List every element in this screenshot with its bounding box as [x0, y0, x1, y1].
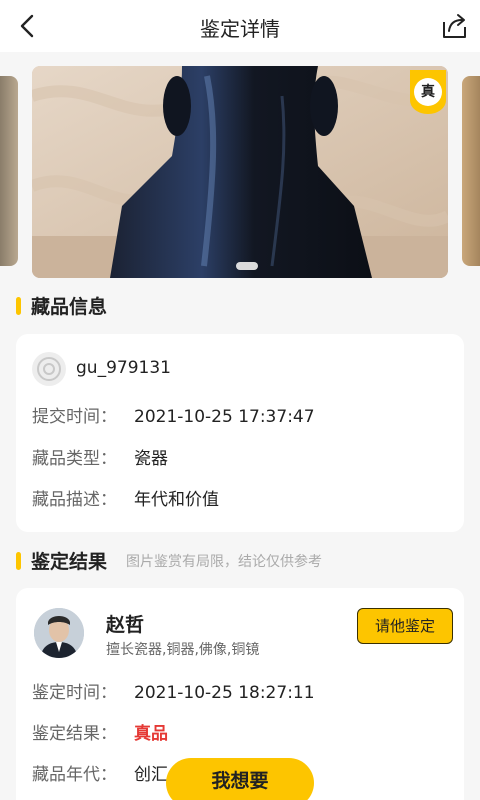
collection-card: gu_979131 提交时间： 2021-10-25 17:37:47 藏品类型：…	[16, 334, 464, 532]
submit-time-row: 提交时间： 2021-10-25 17:37:47	[32, 407, 315, 427]
carousel-prev-image[interactable]	[0, 76, 18, 266]
item-era-row: 藏品年代： 创汇	[32, 765, 168, 785]
expert-specialty: 擅长瓷器,铜器,佛像,铜镜	[106, 642, 260, 658]
section-marker	[16, 552, 21, 570]
section-title-result: 鉴定结果	[16, 547, 107, 574]
want-button[interactable]: 我想要	[166, 758, 314, 800]
image-carousel[interactable]: 真	[0, 66, 480, 278]
result-value: 真品	[134, 724, 168, 744]
request-appraisal-button[interactable]: 请他鉴定	[357, 608, 453, 644]
appraisal-result-row: 鉴定结果： 真品	[32, 724, 168, 744]
page-title: 鉴定详情	[200, 17, 280, 41]
item-description-row: 藏品描述： 年代和价值	[32, 490, 219, 510]
expert-avatar[interactable]	[34, 608, 84, 658]
result-disclaimer: 图片鉴赏有局限，结论仅供参考	[126, 554, 322, 570]
top-bar: 鉴定详情	[0, 0, 480, 52]
user-avatar	[32, 352, 66, 386]
appraisal-time-row: 鉴定时间： 2021-10-25 18:27:11	[32, 683, 315, 703]
carousel-indicator	[236, 262, 258, 270]
carousel-next-image[interactable]	[462, 76, 480, 266]
vase-photo	[32, 66, 448, 278]
badge-text: 真	[421, 84, 435, 100]
section-marker	[16, 297, 21, 315]
collection-photo[interactable]: 真	[32, 66, 448, 278]
expert-name: 赵哲	[106, 614, 145, 636]
section-title-collection: 藏品信息	[16, 292, 107, 319]
share-icon[interactable]	[438, 10, 470, 42]
item-type-row: 藏品类型： 瓷器	[32, 449, 168, 469]
username: gu_979131	[76, 358, 171, 378]
